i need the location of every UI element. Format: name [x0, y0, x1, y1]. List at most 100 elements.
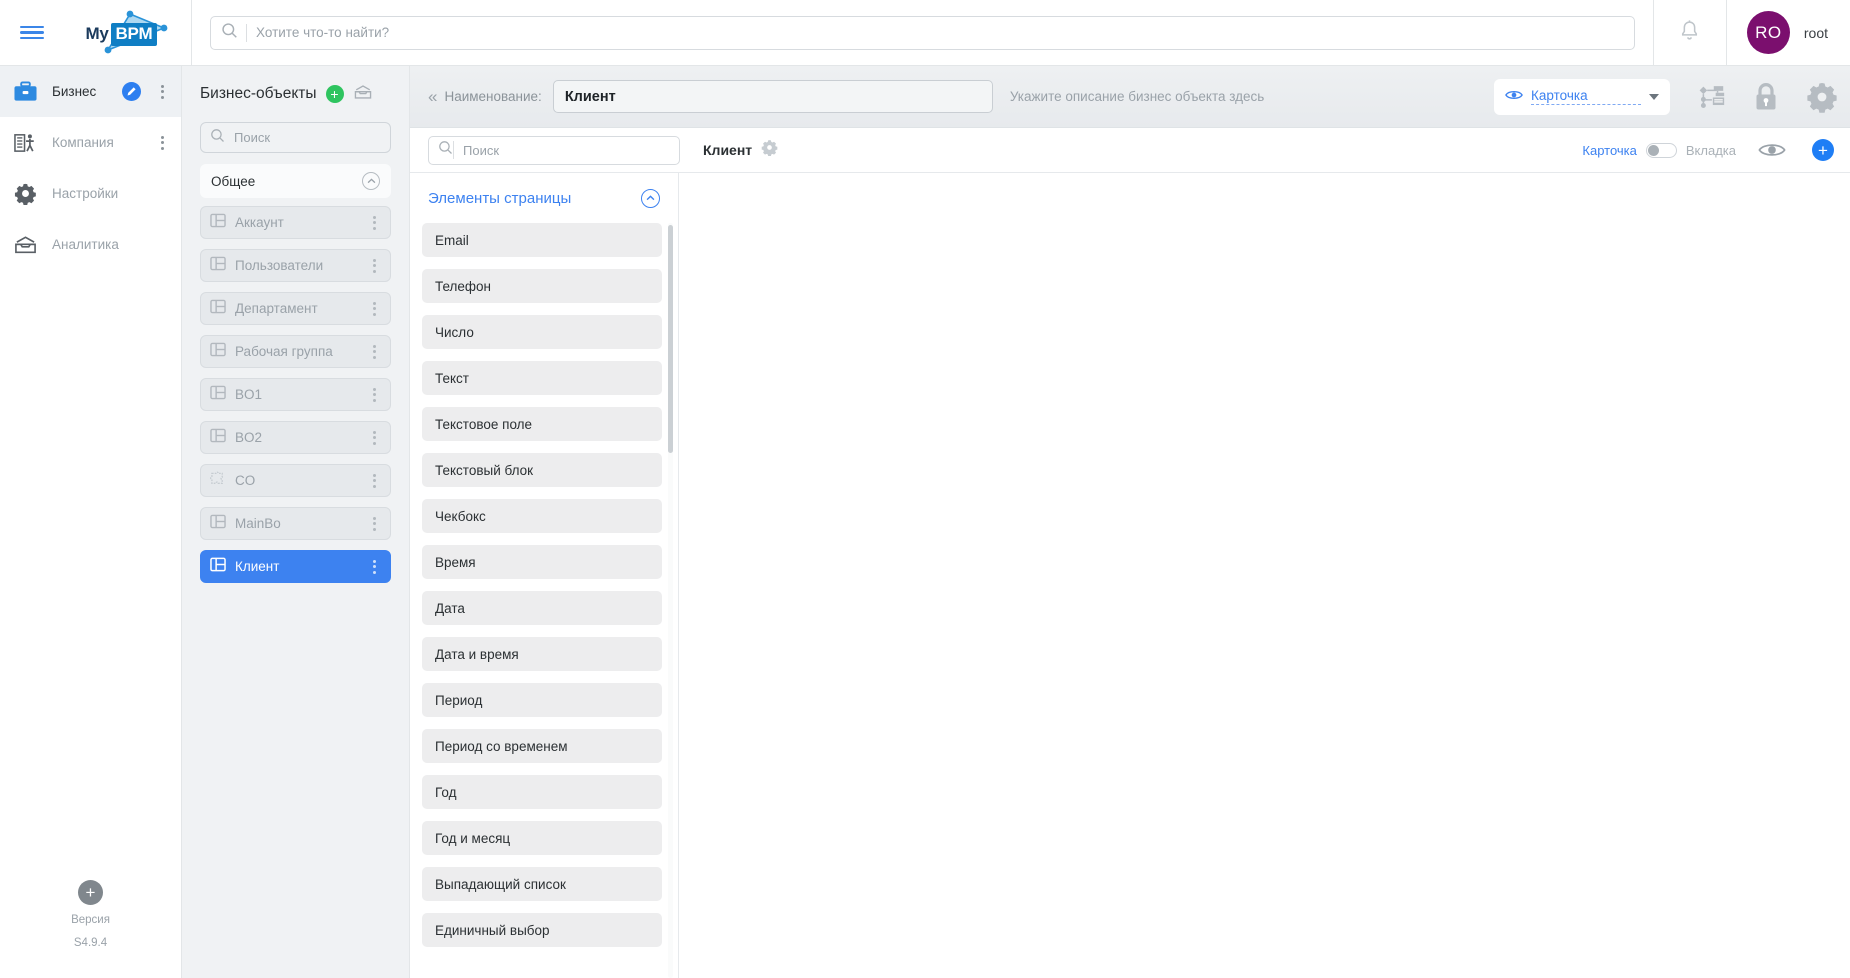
bell-icon	[1679, 19, 1700, 47]
workflow-diagram-icon[interactable]	[1682, 66, 1738, 128]
element-item[interactable]: Текстовое поле	[422, 407, 662, 441]
plus-circle-icon[interactable]: +	[78, 879, 103, 905]
sidebar-item-company[interactable]: Компания	[0, 117, 181, 168]
form-designer-canvas[interactable]	[678, 173, 1850, 978]
plus-circle-blue-icon[interactable]: +	[1812, 139, 1834, 161]
bo-list-item[interactable]: Рабочая группа	[200, 335, 391, 368]
business-kebab-menu[interactable]	[155, 84, 169, 99]
company-kebab-menu[interactable]	[155, 135, 169, 150]
element-item[interactable]: Текст	[422, 361, 662, 395]
scrollbar-thumb[interactable]	[668, 225, 673, 453]
edit-pencil-icon[interactable]	[122, 82, 141, 101]
version-value: S4.9.4	[73, 937, 108, 950]
table-layout-icon	[210, 428, 226, 448]
notifications-button[interactable]	[1652, 0, 1727, 66]
bo-item-label: Клиент	[235, 559, 280, 574]
gear-icon[interactable]	[761, 139, 778, 161]
plus-circle-green-icon[interactable]: +	[325, 85, 344, 103]
chevron-down-icon[interactable]	[1649, 93, 1659, 100]
global-search-box[interactable]	[210, 15, 1635, 50]
tab-client-label: Клиент	[703, 142, 753, 158]
bo-item-label: Пользователи	[235, 258, 324, 273]
tab-client[interactable]: Клиент	[703, 139, 778, 161]
bo-item-kebab-menu[interactable]	[367, 301, 381, 316]
table-layout-icon	[210, 299, 226, 319]
elements-search[interactable]	[428, 135, 680, 165]
gear-icon[interactable]	[1794, 66, 1850, 128]
element-item[interactable]: Единичный выбор	[422, 913, 662, 947]
object-description-placeholder[interactable]: Укажите описание бизнес объекта здесь	[1010, 89, 1494, 104]
user-menu[interactable]: RO root	[1727, 11, 1850, 54]
business-objects-list: Аккаунт Пользователи Департамент Рабочая…	[200, 206, 391, 593]
business-objects-group-general[interactable]: Общее	[200, 164, 391, 198]
hamburger-menu-icon[interactable]	[0, 0, 64, 66]
element-item[interactable]: Чекбокс	[422, 499, 662, 533]
bo-list-item[interactable]: BO2	[200, 421, 391, 454]
page-elements-list: Email Телефон Число Текст Текстовое поле…	[422, 223, 666, 978]
avatar: RO	[1746, 11, 1790, 54]
bo-item-kebab-menu[interactable]	[367, 473, 381, 488]
view-toggle[interactable]: Карточка Вкладка	[1582, 142, 1736, 158]
bo-item-kebab-menu[interactable]	[367, 516, 381, 531]
business-objects-search-input[interactable]	[234, 130, 410, 145]
object-name-input[interactable]	[552, 80, 993, 113]
bo-list-item-selected[interactable]: Клиент	[200, 550, 391, 583]
bo-item-kebab-menu[interactable]	[367, 430, 381, 445]
bo-item-kebab-menu[interactable]	[367, 387, 381, 402]
object-toolbar: « Наименование: Укажите описание бизнес …	[410, 66, 1850, 128]
element-item[interactable]: Текстовый блок	[422, 453, 662, 487]
bo-item-label: Департамент	[235, 301, 318, 316]
chevron-up-circle-icon[interactable]	[641, 188, 660, 208]
toggle-label-tab: Вкладка	[1685, 142, 1736, 158]
double-chevron-left-icon[interactable]: «	[428, 87, 438, 107]
element-item[interactable]: Год и месяц	[422, 821, 662, 855]
bo-list-item[interactable]: Департамент	[200, 292, 391, 325]
bo-item-kebab-menu[interactable]	[367, 559, 381, 574]
sidebar-item-business-label: Бизнес	[52, 84, 97, 99]
bo-item-kebab-menu[interactable]	[367, 344, 381, 359]
lock-icon[interactable]	[1738, 66, 1794, 128]
card-tab-switch[interactable]	[1645, 142, 1677, 158]
app-logo[interactable]: My BPM	[64, 0, 192, 66]
eye-icon[interactable]	[1758, 141, 1786, 159]
bo-item-label: Рабочая группа	[235, 344, 333, 359]
bo-item-label: BO2	[235, 430, 263, 445]
search-divider	[453, 141, 454, 159]
sidebar-item-business[interactable]: Бизнес	[0, 66, 181, 117]
view-mode-select[interactable]: Карточка	[1494, 78, 1670, 115]
app-body: Бизнес Компания Настройки Аналитика + Ве…	[0, 66, 1850, 978]
business-objects-search[interactable]	[200, 122, 410, 153]
archive-tray-icon[interactable]	[353, 83, 373, 106]
elements-search-input[interactable]	[463, 142, 670, 158]
element-item[interactable]: Число	[422, 315, 662, 349]
element-item[interactable]: Выпадающий список	[422, 867, 662, 901]
element-item[interactable]: Дата и время	[422, 637, 662, 671]
name-label: Наименование:	[444, 89, 542, 104]
bo-item-kebab-menu[interactable]	[367, 258, 381, 273]
element-item[interactable]: Период	[422, 683, 662, 717]
view-mode-value: Карточка	[1531, 88, 1641, 105]
global-search-input[interactable]	[256, 25, 1624, 40]
sidebar-item-analytics[interactable]: Аналитика	[0, 219, 181, 270]
eye-icon	[1505, 88, 1523, 106]
bo-item-kebab-menu[interactable]	[367, 215, 381, 230]
search-icon	[438, 140, 453, 160]
element-item[interactable]: Период со временем	[422, 729, 662, 763]
bo-list-item[interactable]: MainBo	[200, 507, 391, 540]
element-item[interactable]: Время	[422, 545, 662, 579]
top-bar: My BPM RO root	[0, 0, 1850, 66]
element-item[interactable]: Email	[422, 223, 662, 257]
element-item[interactable]: Год	[422, 775, 662, 809]
editor-subbar: Клиент Карточка Вкладка +	[410, 128, 1850, 172]
search-divider	[246, 23, 247, 42]
version-footer: + Версия S4.9.4	[0, 879, 181, 978]
bo-list-item[interactable]: Аккаунт	[200, 206, 391, 239]
bo-list-item[interactable]: CO	[200, 464, 391, 497]
bo-list-item[interactable]: Пользователи	[200, 249, 391, 282]
sidebar-item-settings[interactable]: Настройки	[0, 168, 181, 219]
page-elements-scrollbar[interactable]	[668, 223, 673, 978]
element-item[interactable]: Дата	[422, 591, 662, 625]
chevron-up-circle-icon[interactable]	[362, 172, 380, 190]
bo-list-item[interactable]: BO1	[200, 378, 391, 411]
element-item[interactable]: Телефон	[422, 269, 662, 303]
